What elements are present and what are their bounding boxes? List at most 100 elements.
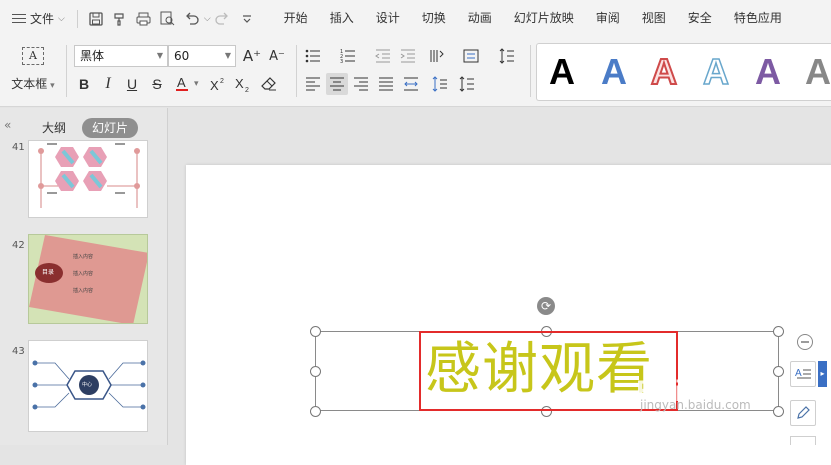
align-left-icon[interactable] <box>302 73 324 95</box>
align-text-icon[interactable] <box>460 45 482 67</box>
increase-indent-icon[interactable] <box>397 45 419 67</box>
textbox-button[interactable]: A 文本框 ▾ <box>8 43 58 99</box>
pen-icon[interactable] <box>790 400 816 426</box>
divider <box>530 45 531 97</box>
slide-number: 41 <box>12 142 25 153</box>
divider <box>296 45 297 97</box>
font-color-button[interactable]: A <box>172 73 194 95</box>
svg-text:2: 2 <box>245 87 249 92</box>
style-black[interactable]: A <box>549 48 575 96</box>
collapse-pane-icon[interactable]: « <box>4 118 11 132</box>
tab-animations[interactable]: 动画 <box>457 0 503 37</box>
ribbon-tabs: 开始 插入 设计 切换 动画 幻灯片放映 审阅 视图 安全 特色应用 <box>273 0 793 37</box>
clear-format-icon[interactable] <box>258 73 280 95</box>
superscript-icon[interactable]: X2 <box>207 73 229 95</box>
distribute-icon[interactable] <box>400 73 422 95</box>
tab-view[interactable]: 视图 <box>631 0 677 37</box>
print-preview-icon[interactable] <box>158 9 178 29</box>
tab-design[interactable]: 设计 <box>365 0 411 37</box>
format-painter-icon[interactable] <box>110 9 130 29</box>
undo-icon[interactable] <box>182 9 202 29</box>
customize-quick-access-icon[interactable] <box>237 9 257 29</box>
expand-tools-icon[interactable]: ▸ <box>818 361 827 387</box>
thumb-toc-label: 目录 <box>42 269 55 276</box>
resize-handle[interactable] <box>773 366 784 377</box>
align-center-icon[interactable] <box>326 73 348 95</box>
tab-insert[interactable]: 插入 <box>319 0 365 37</box>
svg-text:2: 2 <box>220 78 224 85</box>
justify-icon[interactable] <box>375 73 397 95</box>
strikethrough-button[interactable]: S <box>146 73 168 95</box>
chevron-down-icon[interactable]: ▾ <box>194 79 199 89</box>
tab-outline[interactable]: 大纲 <box>36 118 72 138</box>
slide-number: 43 <box>12 346 25 357</box>
thumb-center-label: 中心 <box>82 382 93 388</box>
chevron-down-icon: ▼ <box>224 51 231 60</box>
underline-button[interactable]: U <box>121 73 143 95</box>
font-name-value: 黑体 <box>80 49 105 63</box>
rotate-handle-icon[interactable]: ⟳ <box>537 297 555 315</box>
resize-handle[interactable] <box>310 326 321 337</box>
hamburger-icon <box>12 13 26 24</box>
undo-dropdown-icon[interactable]: ⌵ <box>204 14 211 24</box>
textbox-icon: A <box>22 47 44 65</box>
chevron-down-icon: ⌵ <box>58 13 65 24</box>
textbox-label: 文本框 <box>11 77 48 91</box>
increase-font-size-icon[interactable]: A⁺ <box>241 45 263 67</box>
decrease-indent-icon[interactable] <box>372 45 394 67</box>
resize-handle[interactable] <box>773 406 784 417</box>
tab-special-apps[interactable]: 特色应用 <box>723 0 793 37</box>
bold-button[interactable]: B <box>73 73 95 95</box>
subscript-icon[interactable]: X2 <box>232 73 254 95</box>
slide-thumbnail-42[interactable]: 目录 插入内容 插入内容 插入内容 <box>28 234 148 324</box>
font-size-value: 60 <box>174 49 190 63</box>
redo-icon[interactable] <box>213 9 233 29</box>
slide-number: 42 <box>12 240 25 251</box>
bullet-list-icon[interactable] <box>302 45 324 67</box>
ribbon-toolbar: A 文本框 ▾ 黑体 ▼ 60 ▼ A⁺ A⁻ B I U S A ▾ X2 X… <box>0 37 831 107</box>
tab-review[interactable]: 审阅 <box>585 0 631 37</box>
print-icon[interactable] <box>134 9 154 29</box>
decrease-font-size-icon[interactable]: A⁻ <box>266 45 288 67</box>
style-purple[interactable]: A <box>755 48 781 96</box>
font-size-select[interactable]: 60 ▼ <box>168 45 236 67</box>
thumb-line: 插入内容 <box>73 271 94 277</box>
columns-icon[interactable] <box>456 73 478 95</box>
tab-home[interactable]: 开始 <box>273 0 319 37</box>
slide-thumbnail-43[interactable]: 中心 <box>28 340 148 432</box>
minus-circle-icon[interactable] <box>792 329 818 355</box>
style-gray[interactable]: A <box>805 48 831 96</box>
svg-text:3: 3 <box>340 59 343 63</box>
slide-thumbnail-41[interactable] <box>28 140 148 218</box>
file-menu-button[interactable]: 文件 ⌵ <box>0 0 71 37</box>
tab-transitions[interactable]: 切换 <box>411 0 457 37</box>
slide[interactable] <box>186 165 831 465</box>
style-blue[interactable]: A <box>601 48 627 96</box>
more-tools-icon[interactable] <box>790 436 816 445</box>
chevron-down-icon: ▾ <box>47 81 55 91</box>
font-name-select[interactable]: 黑体 ▼ <box>74 45 168 67</box>
tab-slides[interactable]: 幻灯片 <box>82 118 139 138</box>
line-spacing-icon[interactable] <box>496 45 518 67</box>
svg-text:A: A <box>177 75 186 90</box>
thumb-line: 插入内容 <box>73 288 94 294</box>
paragraph-spacing-icon[interactable] <box>429 73 451 95</box>
tab-security[interactable]: 安全 <box>677 0 723 37</box>
file-menu-label: 文件 <box>30 12 55 26</box>
style-red-outline[interactable]: A <box>650 48 678 96</box>
italic-button[interactable]: I <box>97 73 119 95</box>
resize-handle[interactable] <box>310 406 321 417</box>
thumbnail-scrollbar[interactable] <box>153 143 159 443</box>
text-direction-icon[interactable] <box>426 45 448 67</box>
menu-bar: 文件 ⌵ ⌵ 开始 插入 设计 切换 动画 幻灯片放映 审阅 视图 安全 特色应… <box>0 0 831 37</box>
tab-slideshow[interactable]: 幻灯片放映 <box>503 0 585 37</box>
watermark-url: jingyan.baidu.com <box>640 398 751 412</box>
resize-handle[interactable] <box>310 366 321 377</box>
align-right-icon[interactable] <box>350 73 372 95</box>
text-layout-icon[interactable]: A <box>790 361 816 387</box>
resize-handle[interactable] <box>773 326 784 337</box>
style-light-blue-outline[interactable]: A <box>702 48 730 96</box>
svg-text:X: X <box>210 78 219 92</box>
numbered-list-icon[interactable]: 123 <box>337 45 359 67</box>
save-icon[interactable] <box>86 9 106 29</box>
